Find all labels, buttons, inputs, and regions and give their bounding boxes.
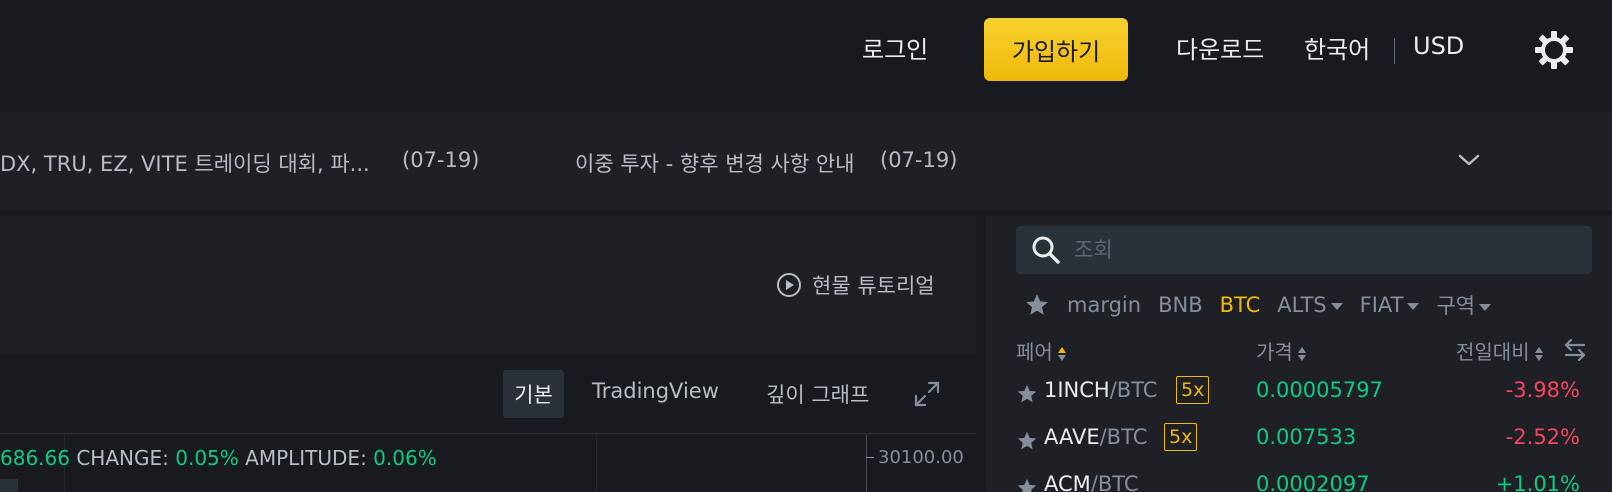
market-row[interactable]: 1INCH/BTC 5x 0.00005797 -3.98% xyxy=(1016,376,1592,422)
column-price-label: 가격 xyxy=(1256,340,1293,364)
gear-icon[interactable] xyxy=(1534,30,1574,70)
market-search-input[interactable] xyxy=(1074,232,1574,268)
chart-stats: 686.66 CHANGE: 0.05% AMPLITUDE: 0.06% xyxy=(0,446,437,470)
caret-down-icon xyxy=(1330,302,1343,310)
language-selector[interactable]: 한국어 xyxy=(1304,30,1370,65)
expand-icon[interactable] xyxy=(913,380,941,408)
tab-bnb[interactable]: BNB xyxy=(1158,293,1203,317)
pair-base: AAVE xyxy=(1044,425,1100,449)
amplitude-label: AMPLITUDE: xyxy=(245,446,367,470)
announcement-date-1: (07-19) xyxy=(402,148,480,172)
download-link[interactable]: 다운로드 xyxy=(1176,30,1264,65)
change-label: CHANGE: xyxy=(76,446,169,470)
leverage-badge: 5x xyxy=(1176,376,1210,404)
caret-down-icon xyxy=(1407,302,1420,310)
amplitude-value: 0.06% xyxy=(373,446,437,470)
pair-name: AAVE/BTC xyxy=(1044,425,1147,449)
tab-btc[interactable]: BTC xyxy=(1220,293,1261,317)
pair-quote: /BTC xyxy=(1099,425,1148,449)
tab-margin[interactable]: margin xyxy=(1067,293,1141,317)
pair-price: 0.00005797 xyxy=(1256,378,1383,402)
sort-icon xyxy=(1297,343,1307,361)
pair-quote: /BTC xyxy=(1109,378,1158,402)
play-circle-icon xyxy=(776,272,802,298)
column-header-price[interactable]: 가격 xyxy=(1256,336,1307,365)
column-change-label: 전일대비 xyxy=(1456,340,1530,364)
chart-price-axis xyxy=(866,435,867,492)
column-header-pair[interactable]: 페어 xyxy=(1016,336,1067,365)
market-row[interactable]: ACM/BTC 0.0002097 +1.01% xyxy=(1016,472,1592,492)
tab-tradingview[interactable]: TradingView xyxy=(592,379,719,403)
favorite-star-icon[interactable] xyxy=(1016,430,1038,452)
login-link[interactable]: 로그인 xyxy=(862,30,928,65)
announcement-link-1[interactable]: DX, TRU, EZ, VITE 트레이딩 대회, 파... xyxy=(0,148,370,178)
column-pair-label: 페어 xyxy=(1016,340,1053,364)
tab-fiat-label: FIAT xyxy=(1359,293,1404,317)
search-icon xyxy=(1030,234,1062,266)
pair-base: 1INCH xyxy=(1044,378,1110,402)
chevron-down-icon[interactable] xyxy=(1456,150,1482,170)
tab-fiat[interactable]: FIAT xyxy=(1360,293,1420,317)
pair-change: -3.98% xyxy=(1505,378,1580,402)
currency-selector[interactable]: USD xyxy=(1413,32,1464,60)
pair-base: ACM xyxy=(1044,472,1091,492)
spot-tutorial-link[interactable]: 현물 튜토리얼 xyxy=(776,270,935,300)
sort-icon xyxy=(1534,343,1544,361)
tutorial-label: 현물 튜토리얼 xyxy=(812,274,935,298)
pair-quote: /BTC xyxy=(1090,472,1139,492)
panel-divider xyxy=(976,210,986,492)
tab-depth-chart[interactable]: 깊이 그래프 xyxy=(766,379,869,409)
tab-alts-label: ALTS xyxy=(1277,293,1327,317)
pair-price: 0.007533 xyxy=(1256,425,1357,449)
pair-change: -2.52% xyxy=(1505,425,1580,449)
nav-divider xyxy=(1394,38,1395,64)
signup-button[interactable]: 가입하기 xyxy=(984,18,1128,81)
caret-down-icon xyxy=(1479,303,1492,311)
market-tabs: margin BNB BTC ALTS FIAT 구역 xyxy=(1024,290,1508,320)
swap-columns-icon[interactable] xyxy=(1562,338,1588,362)
column-header-change[interactable]: 전일대비 xyxy=(1456,336,1544,365)
announcement-link-2[interactable]: 이중 투자 - 향후 변경 사항 안내 xyxy=(575,148,854,178)
tab-zone[interactable]: 구역 xyxy=(1436,290,1492,320)
chart-gridline xyxy=(596,435,597,492)
chart-corner-button[interactable] xyxy=(0,479,18,492)
axis-tick-label: 30100.00 xyxy=(878,447,964,468)
sort-icon xyxy=(1057,343,1067,361)
tab-alts[interactable]: ALTS xyxy=(1277,293,1343,317)
tab-zone-label: 구역 xyxy=(1436,294,1476,318)
pair-name: ACM/BTC xyxy=(1044,472,1139,492)
change-value: 0.05% xyxy=(175,446,239,470)
tab-basic-chart[interactable]: 기본 xyxy=(503,370,564,418)
announcement-date-2: (07-19) xyxy=(880,148,958,172)
market-row[interactable]: AAVE/BTC 5x 0.007533 -2.52% xyxy=(1016,423,1592,469)
price-value: 686.66 xyxy=(0,446,70,470)
leverage-badge: 5x xyxy=(1164,423,1198,451)
favorites-star-icon[interactable] xyxy=(1024,292,1050,318)
axis-tick-mark xyxy=(866,457,874,458)
pair-name: 1INCH/BTC xyxy=(1044,378,1157,402)
favorite-star-icon[interactable] xyxy=(1016,383,1038,405)
favorite-star-icon[interactable] xyxy=(1016,477,1038,492)
pair-change: +1.01% xyxy=(1495,472,1580,492)
pair-price: 0.0002097 xyxy=(1256,472,1370,492)
